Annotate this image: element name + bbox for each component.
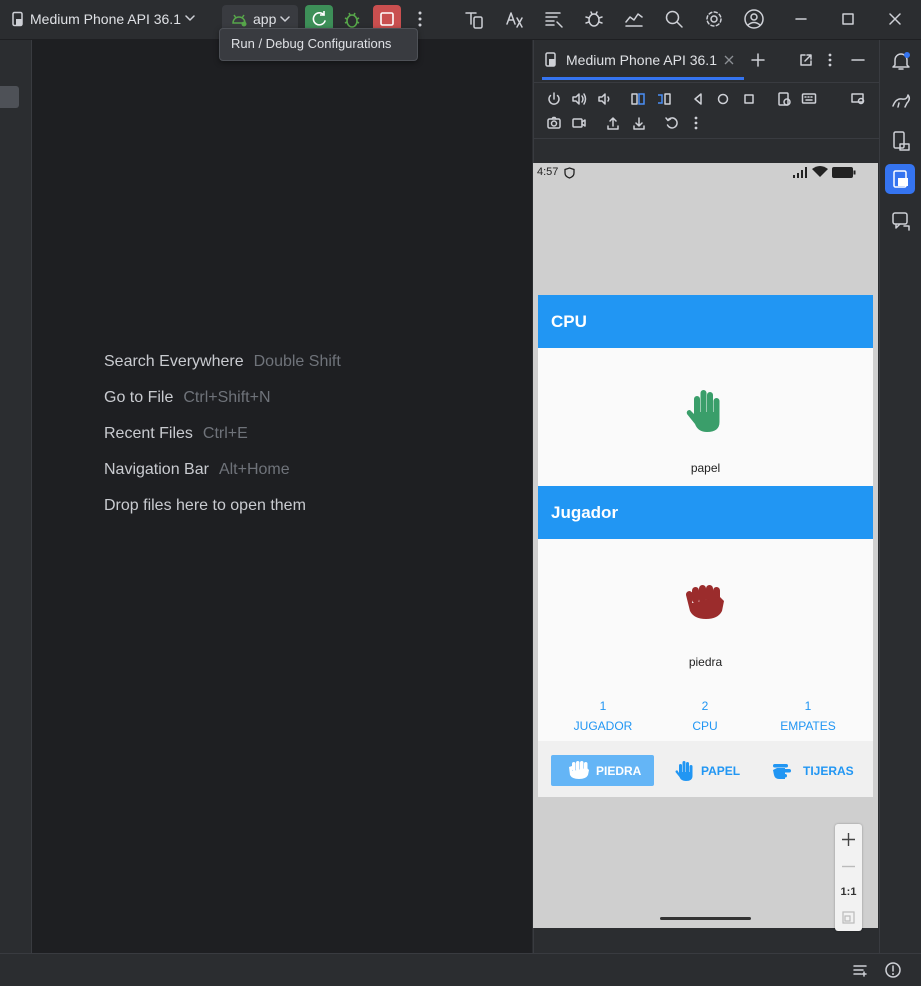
zoom-out-icon[interactable]	[841, 859, 856, 874]
upload-icon[interactable]	[605, 115, 621, 131]
hand-rock-icon	[568, 761, 590, 780]
layout-inspector-icon[interactable]	[543, 8, 565, 30]
zoom-actual-size[interactable]: 1:1	[835, 886, 862, 898]
download-icon[interactable]	[631, 115, 647, 131]
toolbar-divider	[534, 138, 879, 139]
device-tab-icon	[544, 52, 558, 68]
active-tab-indicator	[542, 77, 744, 80]
score-player-label: JUGADOR	[573, 719, 633, 733]
mirror-devices-icon[interactable]	[850, 91, 866, 107]
device-icon	[10, 11, 26, 27]
record-video-icon[interactable]	[571, 115, 587, 131]
score-player-value: 1	[599, 699, 607, 713]
chevron-down-icon[interactable]	[185, 14, 195, 22]
status-time: 4:57	[537, 166, 559, 178]
tooltip: Run / Debug Configurations	[219, 28, 418, 61]
notifications-icon[interactable]	[890, 50, 912, 72]
more-vertical-icon[interactable]	[412, 9, 428, 29]
status-bar	[0, 953, 921, 986]
zoom-controls: 1:1	[835, 824, 862, 931]
tool-window-tab[interactable]	[0, 86, 19, 108]
score-cpu-label: CPU	[692, 719, 718, 733]
hint-go-to-file: Go to File Ctrl+Shift+N	[104, 389, 271, 406]
device-manager-icon[interactable]	[463, 8, 485, 30]
minimize-icon[interactable]	[794, 12, 808, 26]
running-devices-tab[interactable]	[885, 164, 915, 194]
hand-scissors-icon	[771, 762, 795, 780]
keyboard-icon[interactable]	[801, 91, 817, 107]
tool-window-strip	[0, 40, 32, 953]
ai-assistant-icon[interactable]	[890, 210, 912, 232]
power-icon[interactable]	[546, 91, 562, 107]
profiler-icon[interactable]	[623, 8, 645, 30]
gear-icon[interactable]	[703, 8, 725, 30]
zoom-in-icon[interactable]	[841, 832, 856, 847]
android-icon	[230, 11, 248, 27]
external-window-icon[interactable]	[798, 52, 814, 68]
device-explorer-icon[interactable]	[890, 130, 912, 152]
tooltip-text: Run / Debug Configurations	[231, 36, 392, 51]
device-selector[interactable]: Medium Phone API 36.1	[30, 11, 181, 27]
overview-icon[interactable]	[741, 91, 757, 107]
hand-paper-icon	[675, 760, 695, 782]
player-header: Jugador	[538, 486, 873, 539]
right-tool-strip	[879, 40, 921, 953]
home-icon[interactable]	[715, 91, 731, 107]
cpu-card: papel	[538, 348, 873, 486]
reset-icon[interactable]	[664, 115, 680, 131]
piedra-button[interactable]: PIEDRA	[551, 755, 654, 786]
add-tab-icon[interactable]	[750, 52, 766, 68]
screen-options-icon[interactable]	[776, 91, 792, 107]
gradle-icon[interactable]	[890, 90, 912, 112]
tab-divider	[534, 82, 879, 83]
score-ties-value: 1	[804, 699, 812, 713]
cpu-choice-label: papel	[690, 461, 721, 475]
hint-drop-files: Drop files here to open them	[104, 497, 306, 514]
score-ties-label: EMPATES	[780, 719, 836, 733]
zoom-fit-icon[interactable]	[842, 911, 855, 924]
back-icon[interactable]	[690, 91, 706, 107]
signal-icon	[792, 167, 808, 178]
account-icon[interactable]	[743, 8, 765, 30]
translate-icon[interactable]	[503, 8, 525, 30]
hint-navigation-bar: Navigation Bar Alt+Home	[104, 461, 290, 478]
player-choice-label: piedra	[688, 655, 723, 669]
volume-down-icon[interactable]	[596, 91, 612, 107]
wifi-icon	[812, 166, 828, 178]
event-log-icon[interactable]	[852, 962, 868, 978]
hint-recent-files: Recent Files Ctrl+E	[104, 425, 248, 442]
close-icon[interactable]	[888, 12, 902, 26]
rotate-right-icon[interactable]	[656, 91, 672, 107]
battery-icon	[832, 167, 856, 178]
player-card: piedra 1 JUGADOR 2 CPU 1 EMPATES PIEDRA …	[538, 539, 873, 797]
device-tab[interactable]: Medium Phone API 36.1	[566, 52, 717, 68]
title-bar: Medium Phone API 36.1 app	[0, 0, 921, 40]
debug-icon[interactable]	[341, 8, 363, 30]
more-vertical-icon[interactable]	[690, 115, 702, 131]
close-tab-icon[interactable]	[724, 55, 734, 65]
rotate-left-icon[interactable]	[630, 91, 646, 107]
volume-up-icon[interactable]	[571, 91, 587, 107]
shield-icon	[564, 167, 575, 179]
hand-rock-icon	[684, 583, 728, 621]
screenshot-icon[interactable]	[546, 115, 562, 131]
chevron-down-icon	[280, 15, 290, 23]
more-vertical-icon[interactable]	[824, 52, 836, 68]
gesture-nav-bar[interactable]	[660, 917, 751, 920]
papel-button[interactable]: PAPEL	[666, 755, 748, 786]
score-cpu-value: 2	[701, 699, 709, 713]
search-icon[interactable]	[664, 9, 684, 29]
hint-search-everywhere: Search Everywhere Double Shift	[104, 353, 341, 370]
tijeras-button[interactable]: TIJERAS	[766, 755, 858, 786]
problems-icon[interactable]	[884, 961, 902, 979]
hand-paper-icon	[685, 388, 725, 434]
cpu-header: CPU	[538, 295, 873, 348]
hide-panel-icon[interactable]	[850, 52, 866, 68]
bug-settings-icon[interactable]	[583, 8, 605, 30]
device-screen[interactable]: 4:57 CPU papel Jugador piedra 1 JUGADOR …	[533, 163, 878, 931]
run-config-label: app	[253, 11, 277, 27]
maximize-icon[interactable]	[841, 12, 855, 26]
